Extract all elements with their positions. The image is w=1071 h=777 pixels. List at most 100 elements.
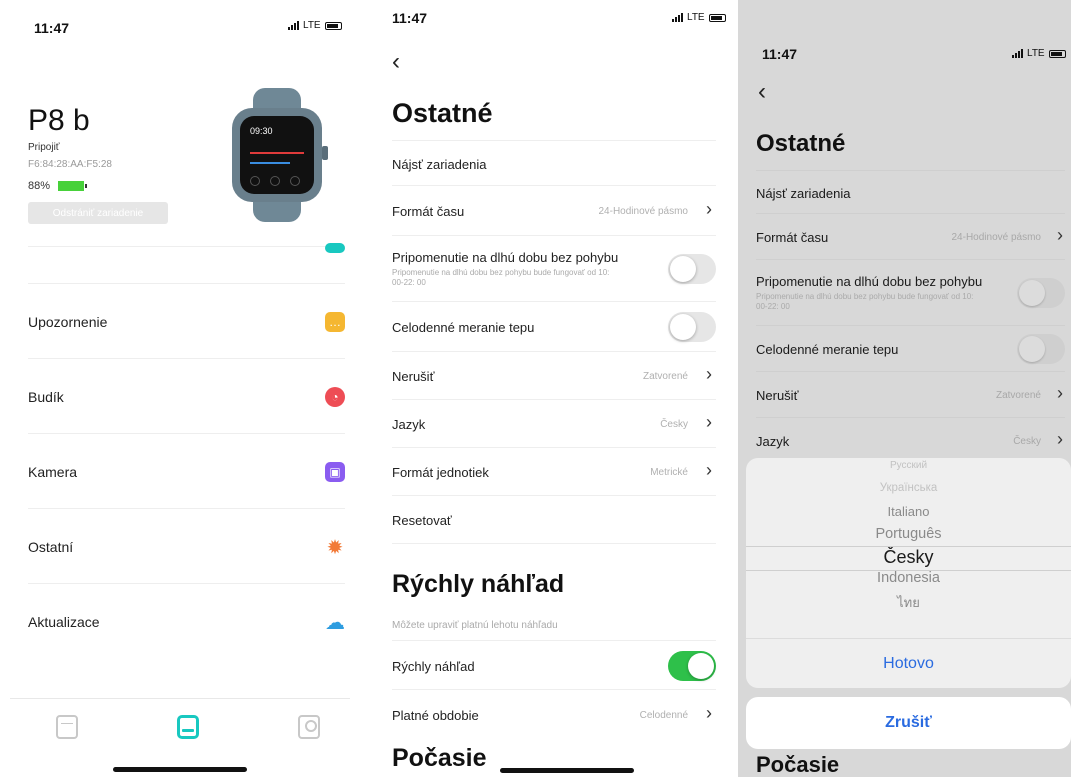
connection-status: Pripojiť bbox=[28, 142, 60, 153]
chevron-right-icon: › bbox=[1057, 383, 1063, 403]
time-format-value: 24-Hodinové pásmo bbox=[598, 206, 689, 217]
language-label: Jazyk bbox=[756, 434, 790, 449]
dnd-label: Nerušiť bbox=[756, 388, 799, 403]
quick-view-note: Môžete upraviť platnú lehotu náhľadu bbox=[392, 620, 558, 631]
page-title: Ostatné bbox=[392, 98, 493, 128]
picker-option[interactable]: Українська bbox=[746, 482, 1071, 494]
find-device-label: Nájsť zariadenia bbox=[392, 157, 487, 172]
user-icon[interactable] bbox=[298, 715, 320, 739]
cloud-download-icon: ☁ bbox=[325, 611, 345, 634]
partial-menu-icon bbox=[325, 243, 345, 253]
home-indicator bbox=[500, 768, 635, 773]
heart-rate-label: Celodenné meranie tepu bbox=[756, 342, 899, 357]
sedentary-sub: Pripomenutie na dlhú dobu bez pohybu bud… bbox=[756, 292, 974, 311]
tab-bar bbox=[10, 698, 350, 758]
battery-icon bbox=[324, 21, 342, 30]
heart-rate-row: Celodenné meranie tepu bbox=[756, 326, 1065, 372]
done-button[interactable]: Hotovo bbox=[746, 638, 1071, 688]
valid-period-row[interactable]: Platné obdobie Celodenné › bbox=[392, 690, 716, 740]
menu-row-1[interactable]: Budík ◔ bbox=[28, 358, 345, 433]
dnd-row[interactable]: Nerušiť Zatvorené › bbox=[392, 352, 716, 400]
picker-option[interactable]: Česky bbox=[746, 547, 1071, 568]
valid-period-value: Celodenné bbox=[639, 710, 688, 721]
network-status: LTE bbox=[672, 12, 726, 23]
reset-row[interactable]: Resetovať bbox=[392, 496, 716, 544]
language-row[interactable]: Jazyk Česky › bbox=[392, 400, 716, 448]
dnd-row[interactable]: Nerušiť Zatvorené › bbox=[756, 372, 1065, 418]
status-time: 11:47 bbox=[392, 10, 428, 26]
time-format-row[interactable]: Formát času 24-Hodinové pásmo › bbox=[392, 186, 716, 236]
quick-view-toggle[interactable] bbox=[668, 651, 716, 681]
heart-rate-label: Celodenné meranie tepu bbox=[392, 320, 535, 335]
time-format-value: 24-Hodinové pásmo bbox=[951, 232, 1042, 243]
camera-icon: ▣ bbox=[325, 462, 345, 482]
page-title: Ostatné bbox=[756, 130, 846, 157]
device-battery-icon bbox=[58, 181, 88, 191]
heart-rate-toggle[interactable] bbox=[1017, 334, 1065, 364]
battery-icon bbox=[708, 13, 726, 22]
gear-icon: ✹ bbox=[326, 536, 344, 559]
cancel-button[interactable]: Zrušiť bbox=[746, 697, 1071, 749]
language-picker-screen: 11:47 LTE ‹ Ostatné Nájsť zariadenia For… bbox=[738, 0, 1071, 777]
clock-icon: ◔ bbox=[325, 387, 345, 407]
language-value: Česky bbox=[1013, 436, 1041, 447]
sedentary-row: Pripomenutie na dlhú dobu bez pohybu Pri… bbox=[392, 236, 716, 302]
menu-row-label: Ostatní bbox=[28, 539, 74, 555]
heart-rate-toggle[interactable] bbox=[668, 312, 716, 342]
units-row[interactable]: Formát jednotiek Metrické › bbox=[392, 448, 716, 496]
picker-option[interactable]: Português bbox=[746, 526, 1071, 542]
status-time: 11:47 bbox=[34, 20, 70, 36]
sedentary-row: Pripomenutie na dlhú dobu bez pohybu Pri… bbox=[756, 260, 1065, 326]
picker-option[interactable]: ไทย bbox=[746, 592, 1071, 613]
sedentary-toggle[interactable] bbox=[668, 254, 716, 284]
sedentary-toggle[interactable] bbox=[1017, 278, 1065, 308]
heart-rate-row: Celodenné meranie tepu bbox=[392, 302, 716, 352]
units-value: Metrické bbox=[650, 467, 688, 478]
menu-row-label: Upozornenie bbox=[28, 314, 108, 330]
chevron-right-icon: › bbox=[1057, 429, 1063, 449]
battery-icon bbox=[1048, 49, 1066, 58]
menu-row-3[interactable]: Ostatní ✹ bbox=[28, 508, 345, 583]
time-format-row[interactable]: Formát času 24-Hodinové pásmo › bbox=[756, 214, 1065, 260]
menu-row-4[interactable]: Aktualizace ☁ bbox=[28, 583, 345, 658]
find-device-row[interactable]: Nájsť zariadenia bbox=[392, 140, 716, 186]
device-screen: 11:47 LTE P8 b Pripojiť F6:84:28:AA:F5:2… bbox=[0, 0, 360, 777]
chevron-right-icon: › bbox=[706, 412, 712, 432]
watch-icon[interactable] bbox=[177, 715, 199, 739]
phone-icon[interactable] bbox=[56, 715, 78, 739]
quick-view-title: Rýchly náhľad bbox=[392, 570, 565, 598]
signal-icon bbox=[1012, 49, 1023, 58]
network-status: LTE bbox=[288, 20, 342, 31]
find-device-label: Nájsť zariadenia bbox=[756, 186, 851, 201]
language-picker[interactable]: Русский Українська Italiano Português Česky I… bbox=[746, 458, 1071, 688]
menu-row-partial bbox=[28, 243, 345, 282]
remove-device-button[interactable]: Odstrániť zariadenie bbox=[28, 202, 168, 224]
dnd-label: Nerušiť bbox=[392, 369, 435, 384]
menu-row-2[interactable]: Kamera ▣ bbox=[28, 433, 345, 508]
device-mac: F6:84:28:AA:F5:28 bbox=[28, 159, 112, 170]
picker-option[interactable]: Indonesia bbox=[746, 570, 1071, 586]
message-icon: … bbox=[325, 312, 345, 332]
status-bar: 11:47 LTE bbox=[0, 0, 360, 60]
chevron-right-icon: › bbox=[1057, 225, 1063, 245]
sedentary-label: Pripomenutie na dlhú dobu bez pohybu bbox=[392, 250, 619, 265]
chevron-right-icon: › bbox=[706, 199, 712, 219]
reset-label: Resetovať bbox=[392, 513, 452, 528]
menu-row-label: Budík bbox=[28, 389, 64, 405]
picker-option[interactable]: Русский bbox=[746, 460, 1071, 471]
signal-icon bbox=[288, 21, 299, 30]
back-chevron-icon[interactable]: ‹ bbox=[758, 80, 766, 104]
valid-period-label: Platné obdobie bbox=[392, 708, 479, 723]
units-label: Formát jednotiek bbox=[392, 465, 489, 480]
language-row[interactable]: Jazyk Česky › bbox=[756, 418, 1065, 458]
menu-row-0[interactable]: Upozornenie … bbox=[28, 283, 345, 358]
find-device-row[interactable]: Nájsť zariadenia bbox=[756, 170, 1065, 214]
back-chevron-icon[interactable]: ‹ bbox=[392, 50, 400, 74]
picker-option[interactable]: Italiano bbox=[746, 504, 1071, 519]
quick-view-row: Rýchly náhľad bbox=[392, 640, 716, 690]
language-label: Jazyk bbox=[392, 417, 426, 432]
dnd-value: Zatvorené bbox=[642, 371, 688, 382]
time-format-label: Formát času bbox=[756, 230, 829, 245]
device-battery: 88% bbox=[28, 180, 88, 192]
chevron-right-icon: › bbox=[706, 703, 712, 723]
